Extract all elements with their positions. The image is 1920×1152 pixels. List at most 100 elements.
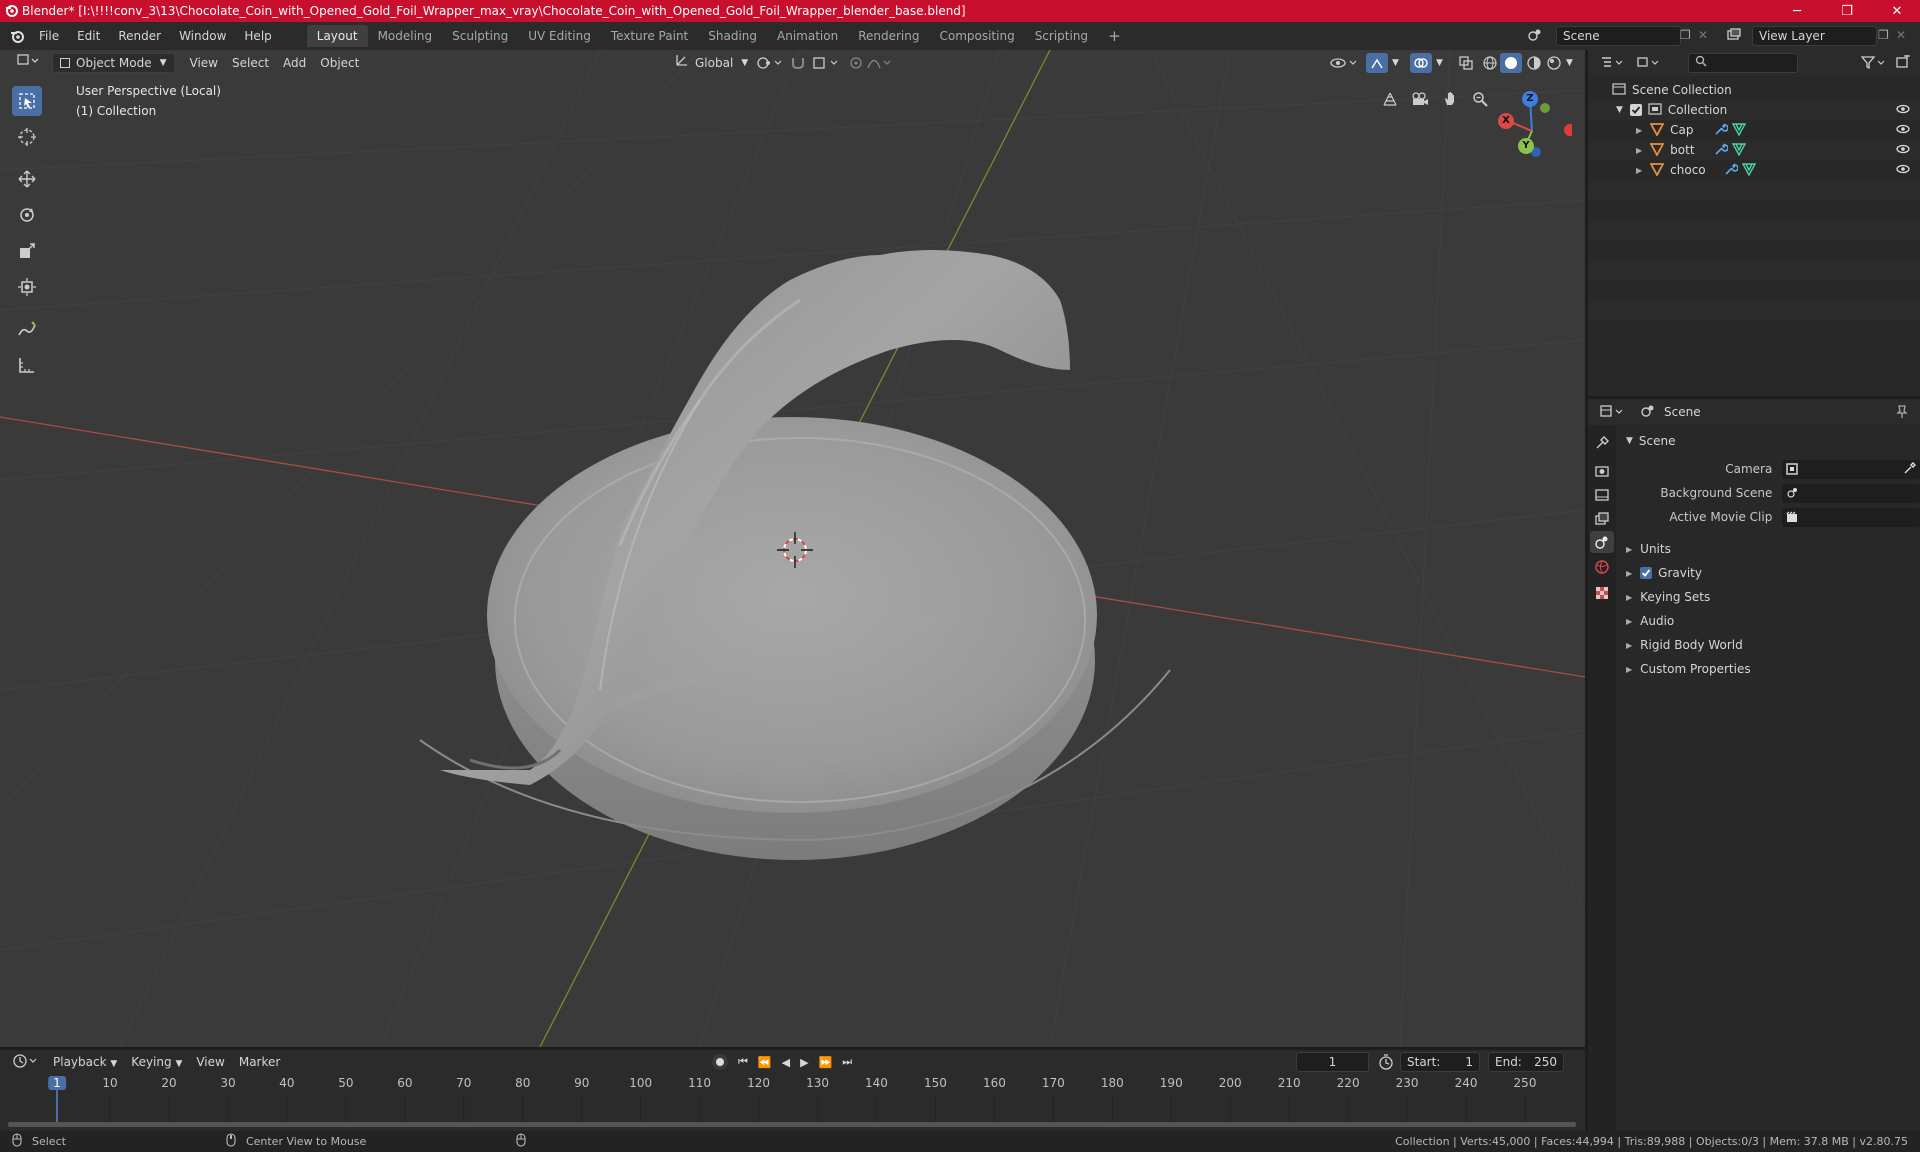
- scene-tab-active[interactable]: [1590, 531, 1614, 553]
- 3d-viewport[interactable]: [0, 50, 1585, 1047]
- chocolate-coin-model[interactable]: [419, 250, 1171, 860]
- camera-view-icon[interactable]: [1407, 86, 1433, 112]
- editor-type-icon[interactable]: [10, 53, 46, 73]
- material-shading-icon[interactable]: [1526, 55, 1542, 74]
- outliner-row-object[interactable]: ▶ Cap: [1588, 120, 1920, 140]
- outliner-editor-type-icon[interactable]: [1600, 55, 1624, 72]
- zoom-view-icon[interactable]: [1467, 86, 1493, 112]
- timeline-menu-view[interactable]: View: [189, 1052, 231, 1072]
- scene-selector-icon[interactable]: [1527, 27, 1543, 43]
- tab-shading[interactable]: Shading: [698, 25, 767, 47]
- menu-file[interactable]: File: [30, 25, 68, 47]
- prev-keyframe-icon[interactable]: ⏪: [758, 1056, 772, 1069]
- start-frame-field[interactable]: Start: 1: [1400, 1052, 1480, 1072]
- pivot-point-icon[interactable]: [756, 55, 784, 74]
- select-box-tool[interactable]: [12, 86, 42, 116]
- outliner-row-object[interactable]: ▶ choco: [1588, 160, 1920, 180]
- cursor-tool[interactable]: [12, 122, 42, 152]
- gravity-panel-header[interactable]: ▶ Gravity: [1620, 561, 1920, 585]
- jump-start-icon[interactable]: ⏮: [738, 1055, 748, 1069]
- visibility-filter-icon[interactable]: [1330, 55, 1360, 74]
- tab-rendering[interactable]: Rendering: [848, 25, 929, 47]
- modifier-wrench-icon[interactable]: [1724, 162, 1739, 179]
- measure-tool[interactable]: [12, 350, 42, 380]
- texture-tab-icon[interactable]: [1594, 585, 1610, 604]
- record-button[interactable]: [712, 1054, 728, 1070]
- outliner-row-object[interactable]: ▶ bott: [1588, 140, 1920, 160]
- keying-sets-panel-header[interactable]: ▶ Keying Sets: [1620, 585, 1920, 609]
- tab-texture-paint[interactable]: Texture Paint: [601, 25, 698, 47]
- visibility-eye-icon[interactable]: [1896, 123, 1910, 137]
- blender-menu-icon[interactable]: [10, 29, 24, 43]
- world-tab-icon[interactable]: [1594, 559, 1610, 578]
- navigation-gizmo[interactable]: Z X Y: [1492, 86, 1576, 166]
- units-panel-header[interactable]: ▶ Units: [1620, 537, 1920, 561]
- tab-layout[interactable]: Layout: [306, 25, 368, 47]
- tab-animation[interactable]: Animation: [767, 25, 848, 47]
- solid-shading-icon[interactable]: [1500, 53, 1522, 73]
- timeline-scrollbar[interactable]: [8, 1122, 1576, 1127]
- wireframe-shading-icon[interactable]: [1482, 55, 1498, 74]
- view-layer-field[interactable]: View Layer: [1752, 26, 1877, 46]
- jump-end-icon[interactable]: ⏭: [842, 1055, 852, 1069]
- menu-edit[interactable]: Edit: [68, 25, 109, 47]
- modifier-wrench-icon[interactable]: [1714, 122, 1729, 139]
- menu-window[interactable]: Window: [170, 25, 235, 47]
- pin-icon[interactable]: [1896, 405, 1908, 422]
- audio-panel-header[interactable]: ▶ Audio: [1620, 609, 1920, 633]
- viewport-menu-object[interactable]: Object: [313, 53, 366, 73]
- transform-tool[interactable]: [12, 272, 42, 302]
- scene-panel-header[interactable]: ▼ Scene: [1620, 429, 1920, 453]
- pan-view-icon[interactable]: [1437, 86, 1463, 112]
- end-frame-field[interactable]: End: 250: [1488, 1052, 1564, 1072]
- output-tab-icon[interactable]: [1594, 487, 1610, 506]
- annotate-tool[interactable]: [12, 314, 42, 344]
- new-view-layer-icon[interactable]: ❐: [1878, 28, 1889, 42]
- outliner-search-input[interactable]: [1688, 53, 1798, 73]
- playhead-frame-label[interactable]: 1: [48, 1076, 66, 1090]
- chevron-down-icon[interactable]: ▼: [1392, 58, 1399, 68]
- rotate-tool[interactable]: [12, 200, 42, 230]
- gizmo-z-axis[interactable]: Z: [1522, 91, 1538, 107]
- expand-arrow-icon[interactable]: ▼: [1616, 105, 1623, 115]
- mesh-data-icon[interactable]: [1741, 162, 1757, 179]
- xray-toggle-icon[interactable]: [1458, 55, 1474, 74]
- next-keyframe-icon[interactable]: ⏩: [819, 1056, 833, 1069]
- gizmo-x-axis[interactable]: X: [1498, 113, 1514, 129]
- timeline-menu-playback[interactable]: Playback ▼: [46, 1052, 124, 1072]
- minimize-button[interactable]: ─: [1774, 0, 1820, 22]
- background-scene-field[interactable]: [1782, 483, 1920, 503]
- scene-name-field[interactable]: Scene: [1556, 26, 1681, 46]
- add-workspace-button[interactable]: +: [1098, 25, 1131, 47]
- viewport-menu-select[interactable]: Select: [225, 53, 276, 73]
- maximize-button[interactable]: ❐: [1824, 0, 1870, 22]
- mesh-data-icon[interactable]: [1731, 142, 1747, 159]
- current-frame-field[interactable]: 1: [1296, 1052, 1369, 1072]
- chevron-down-icon[interactable]: ▼: [1566, 58, 1573, 68]
- new-scene-icon[interactable]: ❐: [1680, 28, 1691, 42]
- view-layer-tab-icon[interactable]: [1594, 511, 1610, 530]
- viewport-menu-view[interactable]: View: [183, 53, 225, 73]
- expand-arrow-icon[interactable]: ▶: [1636, 166, 1642, 175]
- viewport-menu-add[interactable]: Add: [276, 53, 313, 73]
- render-tab-icon[interactable]: [1594, 463, 1610, 482]
- move-tool[interactable]: [12, 164, 42, 194]
- custom-properties-panel-header[interactable]: ▶ Custom Properties: [1620, 657, 1920, 681]
- menu-help[interactable]: Help: [235, 25, 280, 47]
- tool-tab-icon[interactable]: [1594, 435, 1610, 454]
- scale-tool[interactable]: [12, 236, 42, 266]
- close-button[interactable]: ✕: [1874, 0, 1920, 22]
- snap-target-icon[interactable]: [812, 55, 840, 74]
- visibility-eye-icon[interactable]: [1896, 163, 1910, 177]
- snap-icon[interactable]: [790, 55, 806, 74]
- visibility-eye-icon[interactable]: [1896, 103, 1910, 117]
- toggle-perspective-icon[interactable]: [1377, 86, 1403, 112]
- remove-scene-icon[interactable]: ✕: [1698, 28, 1708, 42]
- outliner-row-scene-collection[interactable]: Scene Collection: [1588, 80, 1920, 100]
- filter-icon[interactable]: [1860, 55, 1887, 72]
- timeline-editor-type-icon[interactable]: [12, 1053, 38, 1072]
- play-reverse-icon[interactable]: ◀: [782, 1056, 790, 1069]
- menu-render[interactable]: Render: [109, 25, 170, 47]
- gizmo-toggle-icon[interactable]: [1366, 53, 1388, 73]
- timeline-menu-marker[interactable]: Marker: [232, 1052, 287, 1072]
